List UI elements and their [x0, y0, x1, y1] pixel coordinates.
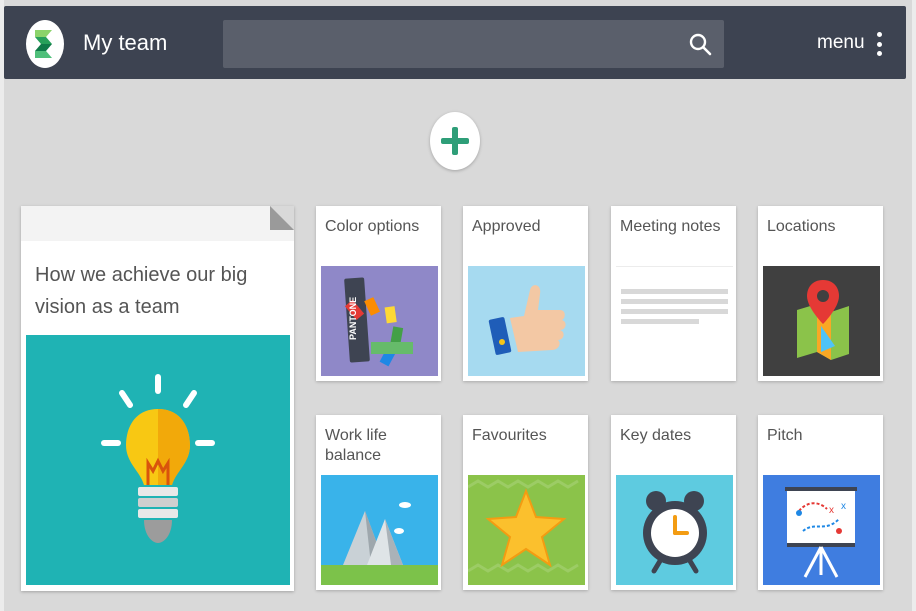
card-label: Pitch	[767, 427, 803, 444]
main-vision-card[interactable]: How we achieve our big vision as a team	[21, 206, 294, 591]
star-icon	[468, 475, 585, 585]
card-label: Work life balance	[325, 427, 387, 464]
thumbs-up-icon	[468, 266, 585, 376]
card-meeting-notes[interactable]: Meeting notes	[611, 206, 736, 381]
top-bar: My team menu	[4, 6, 906, 79]
card-key-dates[interactable]: Key dates	[611, 415, 736, 590]
card-label: Color options	[325, 218, 420, 235]
card-label: Favourites	[472, 427, 547, 444]
card-label: Locations	[767, 218, 836, 235]
page-fold-icon	[270, 206, 294, 230]
document-lines-icon	[616, 266, 733, 377]
mountains-icon	[321, 475, 438, 585]
lightbulb-icon	[101, 374, 215, 543]
menu-button[interactable]: menu	[817, 32, 865, 54]
frame-left-edge	[0, 0, 4, 611]
swatch-brand-text: PANTONE	[348, 297, 358, 340]
lightbulb-image	[26, 335, 290, 585]
card-work-life-balance[interactable]: Work life balance	[316, 415, 441, 590]
more-vertical-icon[interactable]	[876, 32, 882, 56]
svg-text:x: x	[841, 501, 846, 512]
plus-icon	[441, 127, 469, 155]
card-locations[interactable]: Locations	[758, 206, 883, 381]
card-label: Key dates	[620, 427, 692, 444]
map-pin-icon	[763, 266, 880, 376]
card-label: Approved	[472, 218, 541, 235]
frame-right-edge	[912, 0, 916, 611]
card-color-options[interactable]: Color options PANTONE	[316, 206, 441, 381]
card-header-strip	[21, 206, 294, 241]
svg-text:x: x	[829, 505, 834, 516]
whiteboard-icon: x x	[763, 475, 880, 585]
page-title: My team	[83, 30, 168, 55]
card-favourites[interactable]: Favourites	[463, 415, 588, 590]
card-pitch[interactable]: Pitch x x	[758, 415, 883, 590]
search-icon[interactable]	[688, 32, 712, 56]
color-swatch-icon: PANTONE	[321, 266, 438, 376]
search-input[interactable]	[223, 20, 724, 68]
card-title: How we achieve our big vision as a team	[35, 264, 248, 318]
card-label: Meeting notes	[620, 218, 721, 235]
add-button[interactable]	[430, 112, 480, 170]
app-logo-icon[interactable]	[26, 20, 64, 68]
card-approved[interactable]: Approved	[463, 206, 588, 381]
alarm-clock-icon	[616, 475, 733, 585]
